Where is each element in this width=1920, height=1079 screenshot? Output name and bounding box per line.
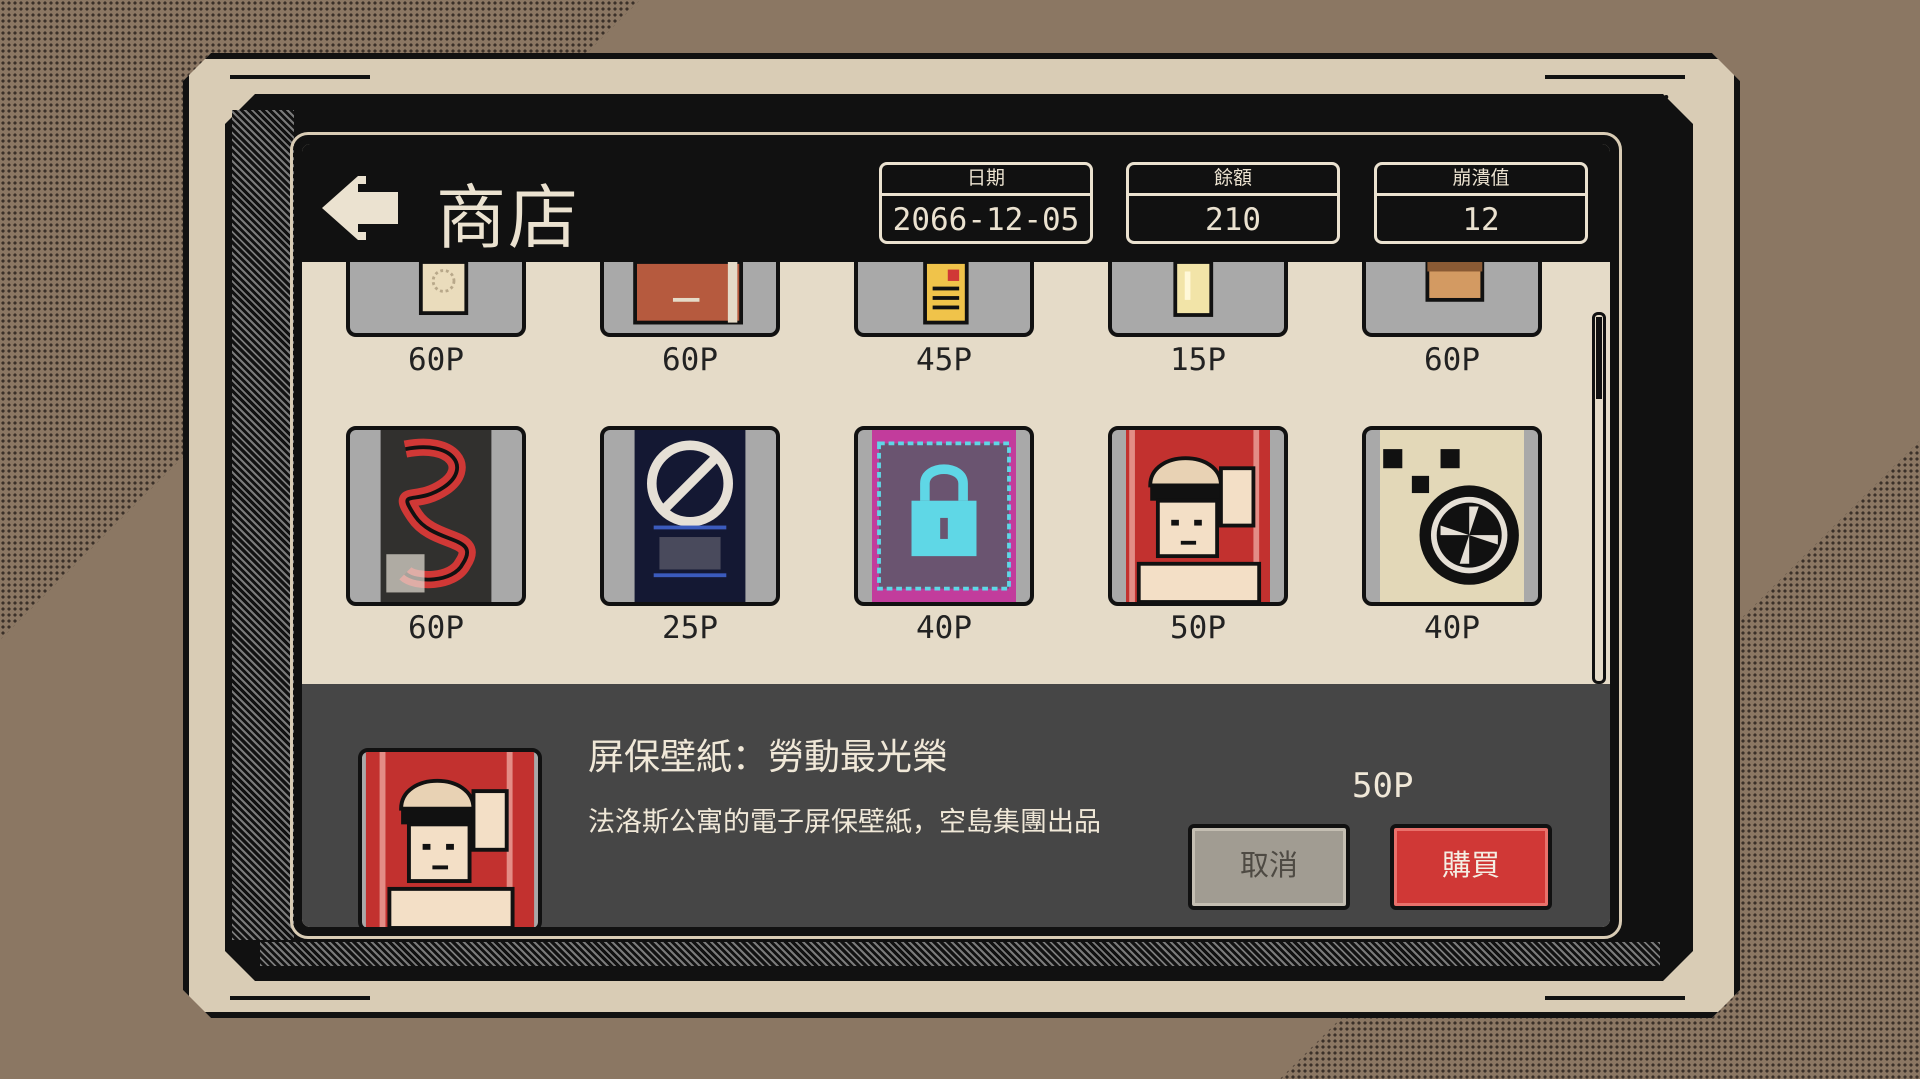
- item-price: 60P: [408, 342, 464, 378]
- breakdown-value: 12: [1462, 202, 1500, 238]
- frame-ornament: [1545, 996, 1685, 1000]
- balance-value: 210: [1205, 202, 1261, 238]
- item-price: 60P: [1424, 342, 1480, 378]
- item-detail-price: 50P: [1352, 766, 1414, 806]
- shop-screen: 商店 日期 2066-12-05 餘額 210 崩潰值 12 60P 60P 4…: [296, 138, 1616, 933]
- shop-header: 商店 日期 2066-12-05 餘額 210 崩潰值 12: [302, 144, 1610, 262]
- item-price: 60P: [408, 610, 464, 646]
- item-price: 40P: [1424, 610, 1480, 646]
- fan-wallpaper-icon: [1380, 430, 1524, 602]
- item-price: 15P: [1170, 342, 1226, 378]
- frame-ornament: [230, 75, 370, 79]
- item-grid: 60P 60P 45P 15P 60P 60P 25P 40P 50P 40P: [346, 262, 1606, 682]
- shop-item[interactable]: [346, 426, 526, 606]
- shop-item[interactable]: [600, 426, 780, 606]
- buy-button[interactable]: 購買: [1390, 824, 1552, 910]
- shop-item[interactable]: [600, 262, 780, 337]
- date-label: 日期: [882, 165, 1090, 196]
- breakdown-stat: 崩潰值 12: [1374, 162, 1588, 244]
- item-price: 25P: [662, 610, 718, 646]
- document-icon: [923, 262, 969, 325]
- item-price: 40P: [916, 610, 972, 646]
- item-price: 45P: [916, 342, 972, 378]
- shop-item[interactable]: [854, 262, 1034, 337]
- drink-glass-icon: [1173, 262, 1214, 317]
- item-name: 屏保壁紙：勞動最光榮: [588, 737, 949, 778]
- worker-salute-wallpaper-icon: [1126, 430, 1270, 602]
- keycard-icon: [418, 262, 469, 316]
- book-icon: [633, 262, 744, 325]
- item-description: 法洛斯公寓的電子屏保壁紙，空島集團出品: [588, 807, 1101, 838]
- item-detail-panel: 屏保壁紙：勞動最光榮 法洛斯公寓的電子屏保壁紙，空島集團出品 50P 取消 購買: [302, 684, 1610, 927]
- cancel-button[interactable]: 取消: [1188, 824, 1350, 910]
- scrollbar-thumb[interactable]: [1596, 317, 1602, 399]
- frame-ornament: [1545, 75, 1685, 79]
- frame-ornament: [230, 996, 370, 1000]
- shop-item[interactable]: [1362, 426, 1542, 606]
- shop-item[interactable]: [1362, 262, 1542, 337]
- red-dragon-wallpaper-icon: [380, 430, 492, 602]
- bezel-hatch: [260, 942, 1660, 966]
- item-price: 50P: [1170, 610, 1226, 646]
- worker-salute-wallpaper-icon: [365, 752, 535, 927]
- padlock-wallpaper-icon: [872, 430, 1016, 602]
- shop-item[interactable]: [1108, 262, 1288, 337]
- date-stat: 日期 2066-12-05: [879, 162, 1093, 244]
- bezel-hatch: [232, 110, 294, 940]
- balance-stat: 餘額 210: [1126, 162, 1340, 244]
- page-title: 商店: [436, 177, 580, 259]
- shop-item[interactable]: [1108, 426, 1288, 606]
- no-sign-wallpaper-icon: [634, 430, 746, 602]
- grid-scrollbar[interactable]: [1592, 312, 1606, 684]
- balance-label: 餘額: [1129, 165, 1337, 196]
- breakdown-label: 崩潰值: [1377, 165, 1585, 196]
- back-arrow-icon[interactable]: [322, 176, 398, 240]
- item-price: 60P: [662, 342, 718, 378]
- box-icon: [1425, 262, 1485, 302]
- date-value: 2066-12-05: [892, 202, 1080, 238]
- shop-item[interactable]: [346, 262, 526, 337]
- shop-item[interactable]: [854, 426, 1034, 606]
- detail-thumbnail: [358, 748, 542, 927]
